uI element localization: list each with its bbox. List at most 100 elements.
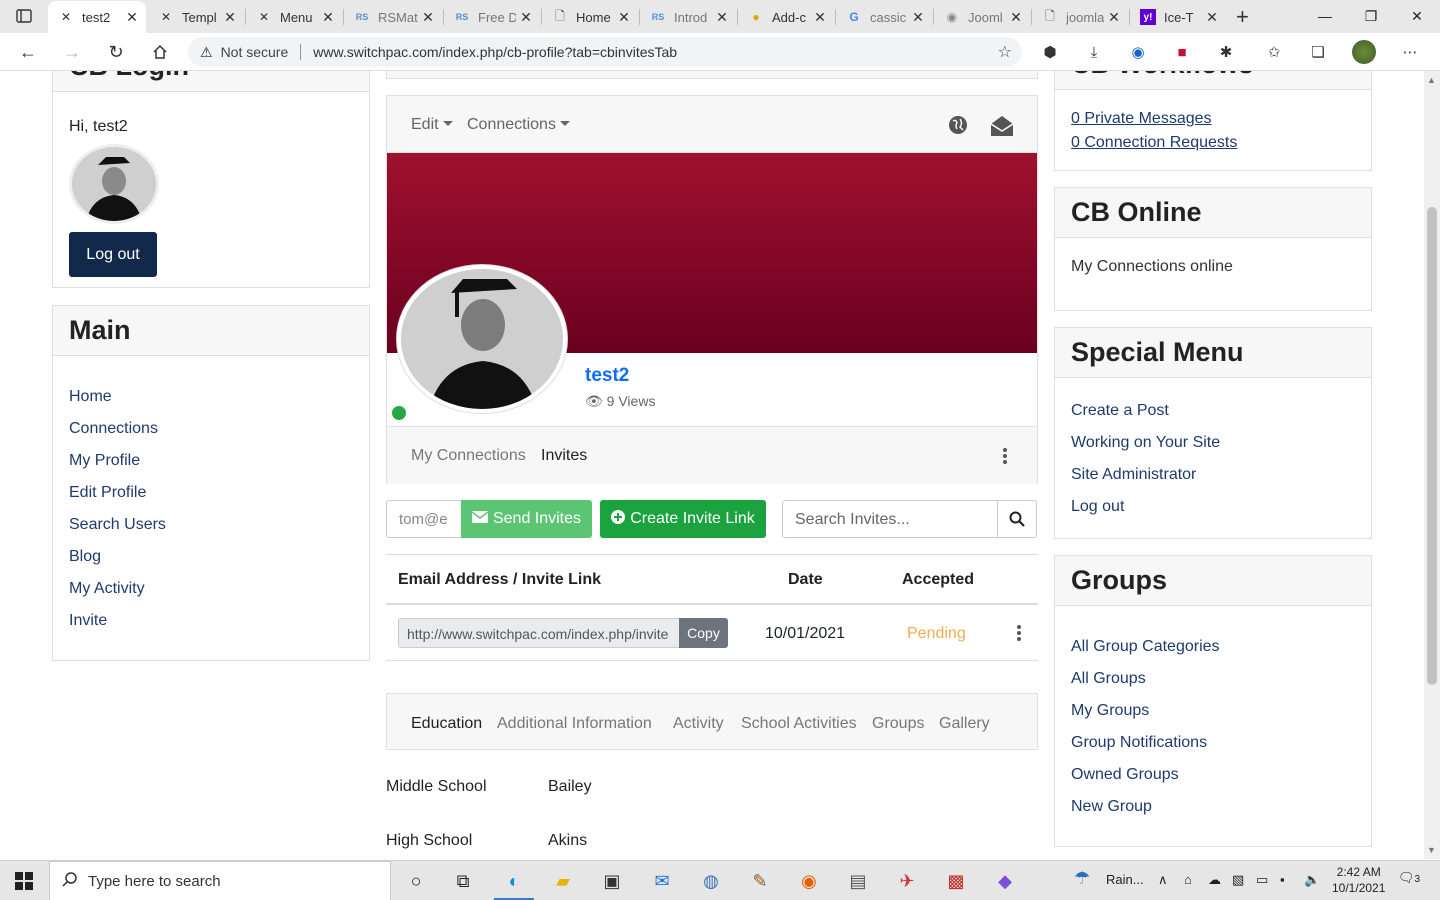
windows-start-icon[interactable] [0, 861, 48, 900]
close-tab-icon[interactable]: ✕ [712, 9, 732, 26]
download-icon[interactable]: ⤓ [1082, 41, 1106, 63]
tray-app-icon[interactable]: ⌂ [1184, 872, 1192, 887]
close-tab-icon[interactable]: ✕ [122, 9, 142, 26]
vpn-shield-icon[interactable]: ◉ [1126, 41, 1150, 63]
connection-requests-link[interactable]: 0 Connection Requests [1071, 134, 1237, 152]
more-menu-icon[interactable]: ⋯ [1398, 41, 1422, 63]
favorite-star-icon[interactable]: ☆ [998, 42, 1012, 62]
close-tab-icon[interactable]: ✕ [908, 9, 928, 26]
browser-tab-icet[interactable]: y! Ice-T ✕ [1130, 1, 1226, 33]
groups-item-all-groups[interactable]: All Groups [1071, 670, 1146, 688]
home-icon[interactable] [146, 38, 174, 66]
close-tab-icon[interactable]: ✕ [1202, 9, 1222, 26]
groups-item-new-group[interactable]: New Group [1071, 798, 1152, 816]
close-tab-icon[interactable]: ✕ [614, 9, 634, 26]
weather-text[interactable]: Rain... [1106, 872, 1144, 887]
tray-chevron-icon[interactable]: ∧ [1158, 872, 1168, 888]
minimize-icon[interactable]: — [1302, 0, 1348, 32]
collections-icon[interactable]: ❏ [1306, 41, 1330, 63]
groups-item-notifications[interactable]: Group Notifications [1071, 734, 1207, 752]
tab-my-connections[interactable]: My Connections [411, 447, 526, 465]
favorites-icon[interactable]: ✩ [1262, 41, 1286, 63]
mail-icon[interactable]: ✉ [647, 866, 677, 896]
groups-item-owned-groups[interactable]: Owned Groups [1071, 766, 1179, 784]
adblock-icon[interactable]: ■ [1170, 41, 1194, 63]
envelope-open-icon[interactable] [990, 115, 1014, 142]
menu-item-home[interactable]: Home [69, 388, 112, 406]
browser-tab-jooml[interactable]: ◉ Jooml ✕ [934, 1, 1030, 33]
special-item-site-administrator[interactable]: Site Administrator [1071, 466, 1196, 484]
edit-dropdown[interactable]: Edit [411, 116, 453, 134]
restore-icon[interactable]: ❐ [1348, 0, 1394, 32]
special-item-working-on-site[interactable]: Working on Your Site [1071, 434, 1220, 452]
taskbar-search-input[interactable]: Type here to search [49, 861, 391, 900]
browser-tab-home[interactable]: 🗋 Home ✕ [542, 1, 638, 33]
private-messages-link[interactable]: 0 Private Messages [1071, 110, 1212, 128]
menu-item-connections[interactable]: Connections [69, 420, 158, 438]
task-view-icon[interactable]: ⧉ [448, 866, 478, 896]
weather-umbrella-icon[interactable]: ☂ [1074, 868, 1090, 889]
close-tab-icon[interactable]: ✕ [220, 9, 240, 26]
forward-arrow-icon[interactable]: → [58, 38, 86, 66]
edge-browser-icon[interactable]: ◐ [499, 866, 529, 896]
close-tab-icon[interactable]: ✕ [516, 9, 536, 26]
extension-puzzle-icon[interactable]: ⬢ [1038, 41, 1062, 63]
tab-activity[interactable]: Activity [673, 715, 724, 733]
menu-item-my-profile[interactable]: My Profile [69, 452, 140, 470]
close-window-icon[interactable]: ✕ [1394, 0, 1440, 32]
search-icon[interactable] [997, 500, 1037, 538]
tab-gallery[interactable]: Gallery [939, 715, 990, 733]
store-icon[interactable]: ▣ [597, 866, 627, 896]
gimp-icon[interactable]: ✎ [745, 866, 775, 896]
search-invites-input[interactable]: Search Invites... [782, 500, 998, 538]
file-explorer-icon[interactable]: ▰ [548, 866, 578, 896]
network-icon[interactable]: ▭ [1256, 872, 1268, 888]
invite-email-input[interactable]: tom@e [386, 500, 462, 538]
cortana-icon[interactable]: ○ [401, 866, 431, 896]
close-tab-icon[interactable]: ✕ [810, 9, 830, 26]
close-tab-icon[interactable]: ✕ [1006, 9, 1026, 26]
close-tab-icon[interactable]: ✕ [318, 9, 338, 26]
invite-link-field[interactable]: http://www.switchpac.com/index.php/invit… [398, 618, 680, 648]
tab-additional-information[interactable]: Additional Information [497, 715, 652, 733]
extensions-icon[interactable]: ✱ [1214, 41, 1238, 63]
tab-invites[interactable]: Invites [541, 447, 587, 465]
browser-tab-test2[interactable]: ✕ test2 ✕ [48, 1, 146, 33]
tray-security-icon[interactable]: ▧ [1232, 872, 1244, 888]
monitor-app-icon[interactable]: ▤ [843, 866, 873, 896]
browser-tab-google[interactable]: G cassic ✕ [836, 1, 932, 33]
user-avatar-large[interactable] [397, 265, 567, 413]
browser-tab-rsmat[interactable]: RS RSMat ✕ [344, 1, 442, 33]
close-tab-icon[interactable]: ✕ [1104, 9, 1124, 26]
clock[interactable]: 2:42 AM 10/1/2021 [1332, 864, 1385, 896]
page-scrollbar[interactable]: ▲ ▼ [1424, 71, 1440, 859]
address-bar[interactable]: ⚠ Not secure www.switchpac.com/index.php… [188, 37, 1022, 67]
scrollbar-thumb[interactable] [1427, 207, 1437, 685]
paint-app-icon[interactable]: ◆ [990, 866, 1020, 896]
profile-avatar-icon[interactable] [1352, 40, 1376, 64]
groups-item-my-groups[interactable]: My Groups [1071, 702, 1149, 720]
profile-name-link[interactable]: test2 [585, 365, 629, 387]
tab-actions-icon[interactable] [8, 5, 40, 27]
tab-school-activities[interactable]: School Activities [741, 715, 857, 733]
app-icon[interactable]: ◍ [696, 866, 726, 896]
menu-item-edit-profile[interactable]: Edit Profile [69, 484, 146, 502]
notifications-icon[interactable]: 🗨3 [1398, 870, 1420, 886]
copy-button[interactable]: Copy [679, 618, 728, 648]
acrobat-icon[interactable]: ✈ [892, 866, 922, 896]
browser-tab-free[interactable]: RS Free D ✕ [444, 1, 540, 33]
onedrive-icon[interactable]: ☁ [1208, 872, 1221, 888]
browser-tab-menu[interactable]: ✕ Menu ✕ [246, 1, 342, 33]
browser-tab-addon[interactable]: ● Add-c ✕ [738, 1, 834, 33]
menu-item-blog[interactable]: Blog [69, 548, 101, 566]
refresh-icon[interactable]: ↻ [102, 38, 130, 66]
menu-item-search-users[interactable]: Search Users [69, 516, 166, 534]
browser-tab-joomla[interactable]: 🗋 joomla ✕ [1032, 1, 1128, 33]
tab-education[interactable]: Education [411, 715, 482, 733]
user-avatar-small[interactable] [69, 144, 159, 224]
special-item-create-post[interactable]: Create a Post [1071, 402, 1169, 420]
send-invites-button[interactable]: Send Invites [461, 500, 592, 538]
menu-item-invite[interactable]: Invite [69, 612, 107, 630]
special-item-log-out[interactable]: Log out [1071, 498, 1124, 516]
row-kebab-icon[interactable] [1014, 625, 1024, 641]
